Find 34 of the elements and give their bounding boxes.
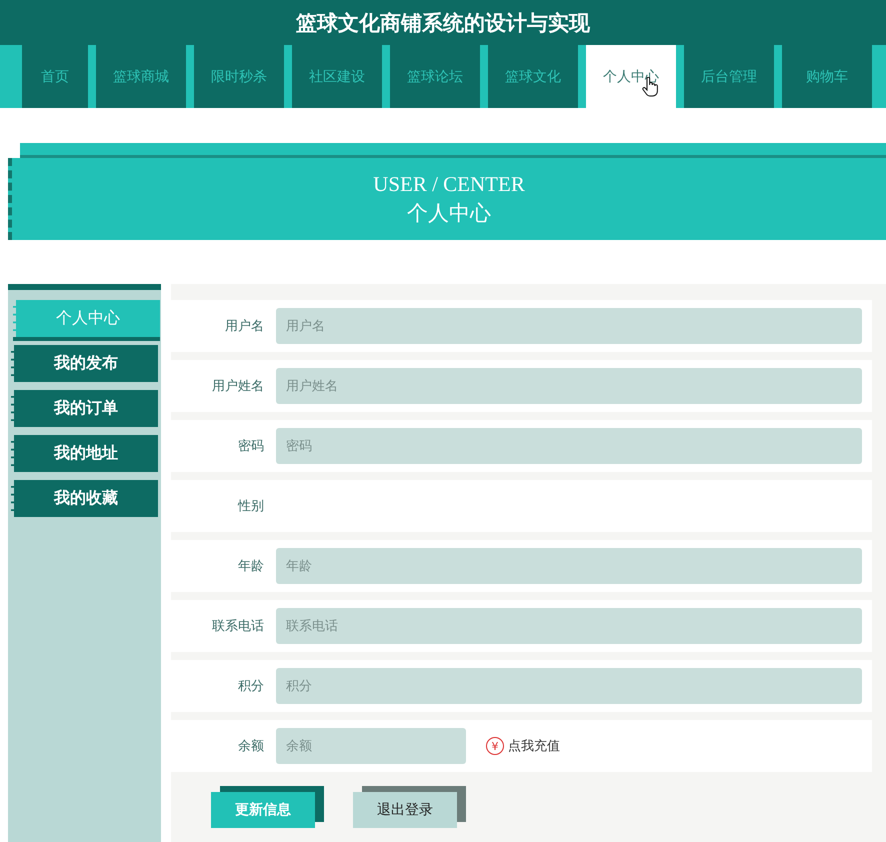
sidebar-item[interactable]: 我的地址 <box>11 435 158 472</box>
nav-tab[interactable]: 社区建设 <box>292 45 382 108</box>
logout-button[interactable]: 退出登录 <box>353 792 457 828</box>
input-field[interactable]: 用户姓名 <box>276 368 862 404</box>
input-field[interactable]: 联系电话 <box>276 608 862 644</box>
input-field[interactable]: 密码 <box>276 428 862 464</box>
recharge-link[interactable]: ¥ 点我充值 <box>486 737 560 755</box>
field-label: 用户姓名 <box>211 378 264 395</box>
sidebar-item[interactable]: 我的收藏 <box>11 480 158 517</box>
field-label: 积分 <box>237 678 264 695</box>
field-label: 性别 <box>236 498 264 515</box>
banner-title: 个人中心 <box>407 200 491 227</box>
input-field[interactable]: 年龄 <box>276 548 862 584</box>
sidebar-item[interactable]: 我的订单 <box>11 390 158 427</box>
input-field[interactable]: 余额 <box>276 728 466 764</box>
site-title: 篮球文化商铺系统的设计与实现 <box>296 10 590 36</box>
field-label: 密码 <box>237 438 264 455</box>
field-label: 余额 <box>237 738 264 755</box>
nav-tab[interactable]: 篮球论坛 <box>390 45 480 108</box>
nav-tab[interactable]: 篮球文化 <box>488 45 578 108</box>
input-field[interactable]: 积分 <box>276 668 862 704</box>
input-field[interactable]: 用户名 <box>276 308 862 344</box>
nav-tab[interactable]: 购物车 <box>782 45 872 108</box>
yuan-icon: ¥ <box>486 737 504 755</box>
nav-tab[interactable]: 限时秒杀 <box>194 45 284 108</box>
nav-tab[interactable]: 篮球商城 <box>96 45 186 108</box>
field-label: 联系电话 <box>211 618 264 635</box>
nav-tab[interactable]: 首页 <box>22 45 88 108</box>
banner-title-en: USER / CENTER <box>373 171 525 198</box>
field-label: 用户名 <box>224 318 264 335</box>
update-button[interactable]: 更新信息 <box>211 792 315 828</box>
nav-tab[interactable]: 后台管理 <box>684 45 774 108</box>
field-label: 年龄 <box>237 558 264 575</box>
sidebar-item[interactable]: 我的发布 <box>11 345 158 382</box>
